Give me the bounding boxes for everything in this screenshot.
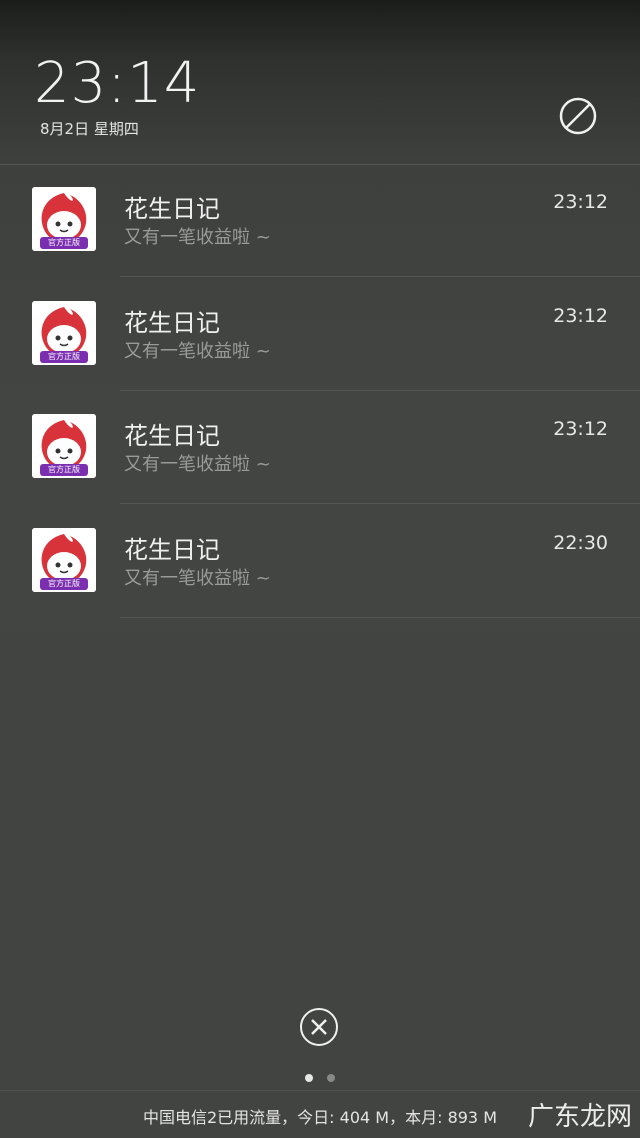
app-icon: 官方正版: [32, 414, 96, 478]
notification-time: 22:30: [553, 531, 608, 554]
app-icon: 官方正版: [32, 187, 96, 251]
notification-divider: [120, 276, 640, 277]
watermark: 广东龙网: [527, 1102, 632, 1132]
notification-time: 23:12: [553, 191, 608, 213]
notification-app-name: 花生日记: [124, 535, 220, 564]
clock: 23:14: [34, 51, 201, 116]
footer-divider: [0, 1090, 640, 1091]
page-indicator: [305, 1074, 335, 1082]
page-dot-2: [327, 1074, 335, 1082]
notification-time: 23:12: [553, 304, 608, 327]
clear-all-button[interactable]: [299, 1007, 339, 1047]
app-icon: 官方正版: [32, 300, 96, 365]
notification-message: 又有一笔收益啦 ~: [124, 340, 271, 362]
notification-app-name: 花生日记: [124, 308, 220, 337]
app-icon-badge: 官方正版: [48, 578, 80, 588]
app-icon-badge: 官方正版: [48, 465, 80, 474]
notification-item[interactable]: 官方正版 花生日记 又有一笔收益啦 ~ 22:30: [0, 506, 640, 618]
app-icon-badge: 官方正版: [48, 351, 80, 361]
do-not-disturb-icon[interactable]: [558, 96, 598, 136]
notification-message: 又有一笔收益啦 ~: [124, 567, 271, 589]
notification-divider: [120, 616, 640, 618]
close-circle-icon: [300, 1008, 338, 1046]
notification-divider: [120, 389, 640, 391]
notification-message: 又有一笔收益啦 ~: [124, 454, 271, 475]
app-icon-badge: 官方正版: [48, 238, 80, 247]
notification-app-name: 花生日记: [124, 195, 220, 223]
notification-item[interactable]: 官方正版 花生日记 又有一笔收益啦 ~ 23:12: [0, 165, 640, 277]
lockscreen-header: 23:14 8月2日 星期四: [0, 0, 640, 165]
app-icon: 官方正版: [32, 527, 96, 592]
notification-item[interactable]: 官方正版 花生日记 又有一笔收益啦 ~ 23:12: [0, 392, 640, 504]
notification-app-name: 花生日记: [124, 422, 220, 450]
notification-message: 又有一笔收益啦 ~: [124, 227, 271, 248]
page-dot-1: [305, 1074, 313, 1082]
date: 8月2日 星期四: [40, 120, 139, 138]
notification-time: 23:12: [553, 418, 608, 440]
notification-divider: [120, 503, 640, 504]
notification-item[interactable]: 官方正版 花生日记 又有一笔收益啦 ~ 23:12: [0, 279, 640, 391]
